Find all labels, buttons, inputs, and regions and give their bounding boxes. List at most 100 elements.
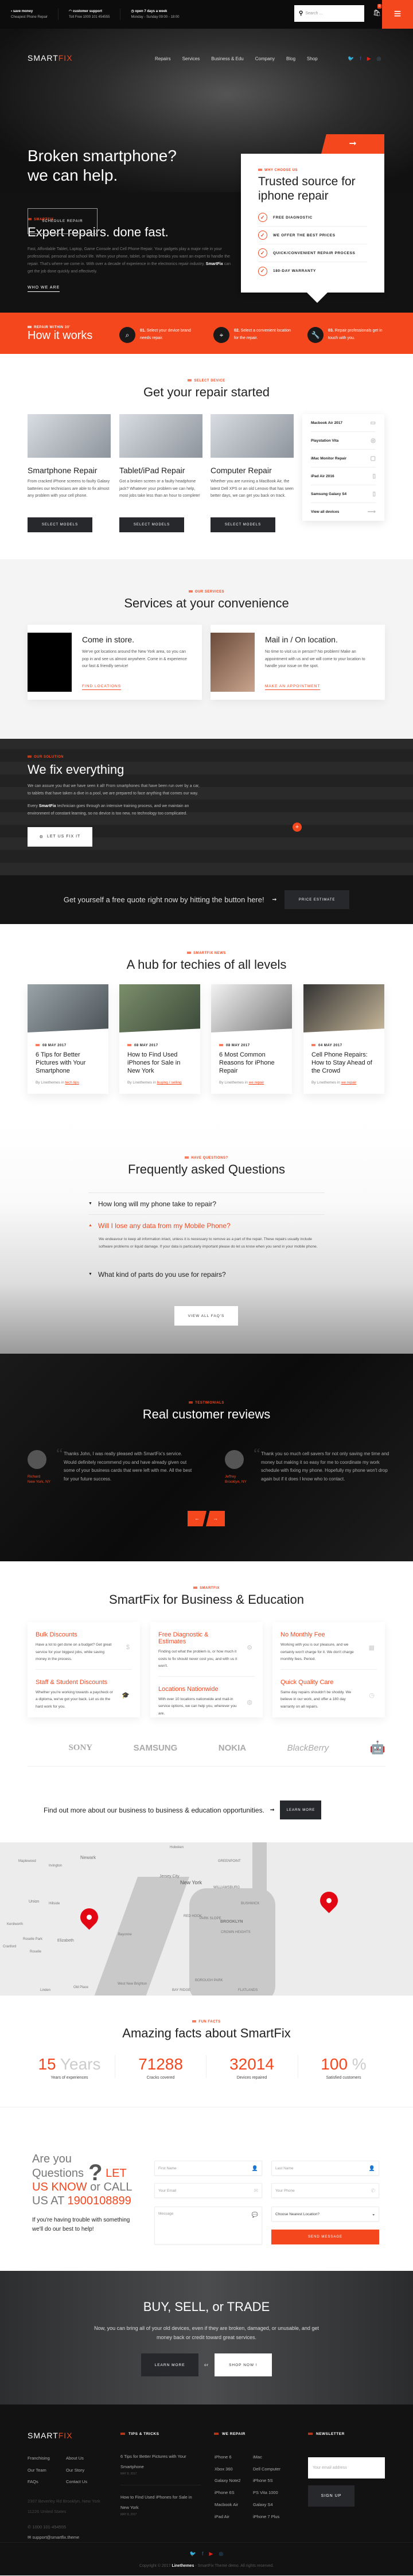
contact-heading: Are you Questions? LET US KNOW or CALL US… xyxy=(32,2153,132,2207)
next-button[interactable]: → xyxy=(206,1511,225,1526)
review: Jeffrey Brooklyn, NY “Thank you so much ce… xyxy=(225,1445,389,1484)
prev-button[interactable]: ← xyxy=(188,1511,206,1526)
send-message-button[interactable]: SEND MESSAGE xyxy=(271,2230,379,2244)
news-card[interactable]: 08 MAY 2017 How to Find Used iPhones for … xyxy=(119,984,200,1094)
map-pin-brooklyn[interactable] xyxy=(316,1888,342,1914)
news-section: SMARTFIX NEWS A hub for techies of all le… xyxy=(0,924,413,1120)
faq-question-open[interactable]: ▲ Will I lose any data from my Mobile Pho… xyxy=(88,1214,325,1236)
select-models-button[interactable]: SELECT MODELS xyxy=(28,517,92,532)
nav-business[interactable]: Business & Edu xyxy=(211,56,243,61)
learn-more-button[interactable]: LEARN MORE xyxy=(280,1801,322,1819)
logo[interactable]: SMARTFIX xyxy=(28,53,73,63)
quote-bar: Get yourself a free quote right now by h… xyxy=(0,875,413,924)
footer-link[interactable]: About Us xyxy=(66,2453,87,2465)
quote-text: Get yourself a free quote right now by h… xyxy=(63,895,264,904)
android-logo: 🤖 xyxy=(369,1740,385,1755)
footer-link[interactable]: FAQs xyxy=(28,2476,50,2488)
twitter-icon[interactable]: 🐦 xyxy=(190,2551,196,2557)
plus-hotspot[interactable]: + xyxy=(293,823,302,832)
learn-more-button[interactable]: LEARN MORE xyxy=(141,2353,199,2376)
twitter-icon[interactable]: 🐦 xyxy=(348,56,354,62)
newsletter-email-input[interactable]: Your email address xyxy=(308,2457,385,2478)
news-card[interactable]: 08 MAY 2017 6 Most Common Reasons for iPh… xyxy=(211,984,292,1094)
search-input[interactable]: ⚲ Search ... xyxy=(294,5,364,22)
or-label: or xyxy=(204,2363,209,2367)
map-pin-elizabeth[interactable] xyxy=(76,1904,102,1930)
youtube-icon[interactable]: ▶ xyxy=(367,56,371,62)
category-link[interactable]: we repair xyxy=(341,1081,357,1085)
footer-link[interactable]: Our Story xyxy=(66,2465,87,2477)
select-models-button[interactable]: SELECT MODELS xyxy=(119,517,184,532)
nav-services[interactable]: Services xyxy=(182,56,200,61)
cart-button[interactable]: 🛍 0 xyxy=(373,4,381,17)
instagram-icon[interactable]: ◎ xyxy=(219,2551,223,2557)
footer-link[interactable]: Our Team xyxy=(28,2465,50,2477)
footer-post[interactable]: How to Find Used iPhones for Sale in New… xyxy=(120,2485,201,2517)
message-textarea[interactable]: Message 💬 xyxy=(154,2207,262,2244)
device-list-item[interactable]: Playstation Vita ◎ xyxy=(311,432,376,450)
post-image xyxy=(303,984,384,1032)
category-link[interactable]: buying / selling xyxy=(157,1081,182,1085)
view-all-faqs-button[interactable]: VIEW ALL FAQ'S xyxy=(174,1306,238,1326)
device-list-item[interactable]: Samsung Galaxy S4 ▯ xyxy=(311,485,376,503)
caret-down-icon: ▼ xyxy=(88,1272,92,1277)
nav-company[interactable]: Company xyxy=(255,56,275,61)
select-models-button[interactable]: SELECT MODELS xyxy=(211,517,275,532)
let-us-fix-it-button[interactable]: ⚙ LET US FIX IT xyxy=(28,827,92,847)
footer-links: About Us Our Story Contact Us xyxy=(66,2453,87,2488)
headset-icon: ◠ xyxy=(69,10,73,13)
cta-text: Find out more about our business to busi… xyxy=(44,1806,264,1814)
category-link[interactable]: we repair xyxy=(249,1081,264,1085)
brand-logos: SONY SAMSUNG NOKIA BlackBerry 🤖 xyxy=(28,1740,385,1755)
fix-text: Every SmartFix technician goes through a… xyxy=(28,804,189,816)
dollar-icon: $ xyxy=(126,1644,130,1651)
menu-button[interactable]: ≡ xyxy=(382,0,413,29)
youtube-icon[interactable]: ▶ xyxy=(209,2551,213,2557)
who-we-are-link[interactable]: WHO WE ARE xyxy=(28,286,60,292)
footer-link[interactable]: Contact Us xyxy=(66,2476,87,2488)
device-list-item[interactable]: iPad Air 2016 ▯ xyxy=(311,467,376,485)
facebook-icon[interactable]: f xyxy=(360,56,361,62)
facebook-icon[interactable]: f xyxy=(202,2551,204,2557)
phone-icon: ✆ xyxy=(28,2524,32,2530)
globe-icon: ◍ xyxy=(247,1698,252,1706)
chevron-down-icon: ⌄ xyxy=(372,2212,375,2216)
device-list-item[interactable]: Macbook Air 2017 ▭ xyxy=(311,414,376,432)
view-all-devices[interactable]: View all devices ⟶ xyxy=(311,503,376,521)
news-card[interactable]: 04 MAY 2017 Cell Phone Repairs: How to St… xyxy=(303,984,384,1094)
footer-post[interactable]: 6 Tips for Better Pictures with Your Sma… xyxy=(120,2452,201,2476)
monitor-icon: ▢ xyxy=(370,455,376,462)
nav-repairs[interactable]: Repairs xyxy=(155,56,171,61)
faq-question[interactable]: ▼ How long will my phone take to repair? xyxy=(88,1192,325,1214)
sign-up-button[interactable]: SIGN UP xyxy=(308,2485,354,2507)
social-links: 🐦 f ▶ ◎ xyxy=(348,56,381,62)
footer-link[interactable]: Franchising xyxy=(28,2453,50,2465)
shop-now-button[interactable]: SHOP NOW ! xyxy=(214,2353,272,2376)
instagram-icon[interactable]: ◎ xyxy=(377,56,381,62)
device-list-item[interactable]: iMac Monitor Repair ▢ xyxy=(311,450,376,467)
graduation-cap-icon: 🎓 xyxy=(122,1692,130,1699)
last-name-input[interactable]: Last Name 👤 xyxy=(271,2161,379,2176)
fact: 71288 Cracks covered xyxy=(138,2055,183,2080)
first-name-input[interactable]: First Name 👤 xyxy=(154,2161,262,2176)
feature-item: ✓ 180-DAY WARRANTY xyxy=(258,262,367,280)
category-link[interactable]: tech tips xyxy=(65,1081,79,1085)
arrow-button[interactable]: ➞ xyxy=(321,134,384,154)
make-appointment-link[interactable]: MAKE AN APPOINTMENT xyxy=(265,684,321,690)
device-card: Smartphone Repair From cracked iPhone scr… xyxy=(28,414,111,532)
find-locations-link[interactable]: FIND LOCATIONS xyxy=(82,684,122,690)
locations-map[interactable]: Newark Maplewood Irvington Union Hillsid… xyxy=(0,1842,413,1996)
topbar-support: ◠ customer support Toll Free 1000 101 454… xyxy=(69,9,121,20)
news-card[interactable]: 08 MAY 2017 6 Tips for Better Pictures wi… xyxy=(28,984,108,1094)
chat-icon: 💬 xyxy=(251,2212,258,2218)
nav-blog[interactable]: Blog xyxy=(286,56,295,61)
faq-question[interactable]: ▼ What kind of parts do you use for repai… xyxy=(88,1263,325,1285)
email-input[interactable]: Your Email ✉ xyxy=(154,2183,262,2198)
schedule-repair-button[interactable]: SCHEDULE REPAIR xyxy=(28,208,98,234)
nav-shop[interactable]: Shop xyxy=(307,56,318,61)
phone-input[interactable]: Your Phone ✆ xyxy=(271,2183,379,2198)
caret-down-icon: ▼ xyxy=(88,1202,92,1206)
price-estimate-button[interactable]: PRICE ESTIMATE xyxy=(285,890,350,909)
location-select[interactable]: Choose Nearest Location? ⌄ xyxy=(271,2207,379,2222)
footer-logo[interactable]: SMARTFIX xyxy=(28,2431,73,2440)
